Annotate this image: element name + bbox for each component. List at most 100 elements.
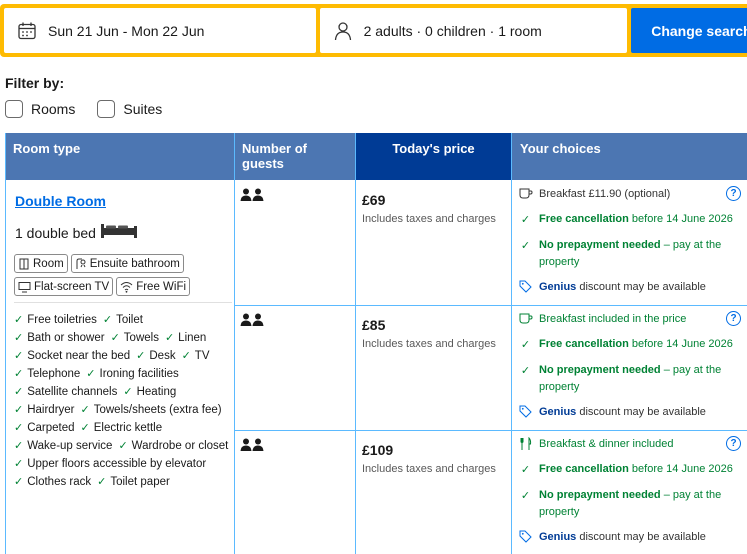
date-picker[interactable]: Sun 21 Jun - Mon 22 Jun — [4, 8, 316, 53]
header-guests: Number of guests — [235, 133, 355, 180]
check-icon: ✓ — [123, 386, 133, 398]
check-icon: ✓ — [14, 476, 24, 488]
choices-cell: ? Breakfast & dinner included ✓ Free can… — [517, 436, 745, 554]
facility-label: Socket near the bed — [27, 350, 131, 362]
occupancy-picker[interactable]: 2 adults · 0 children · 1 room — [319, 8, 628, 53]
check-icon: ✓ — [14, 422, 24, 434]
room-name-link[interactable]: Double Room — [15, 193, 106, 209]
check-icon: ✓ — [110, 332, 120, 344]
check-icon: ✓ — [520, 365, 531, 377]
cancellation-bold: Free cancellation — [539, 338, 629, 350]
genius-rest: discount may be available — [576, 406, 706, 418]
facility-label: Bath or shower — [27, 332, 105, 344]
cancellation-bold: Free cancellation — [539, 463, 629, 475]
genius-label: Genius — [539, 281, 577, 293]
check-icon: ✓ — [80, 422, 90, 434]
price-value: £109 — [362, 442, 394, 458]
date-range-text: Sun 21 Jun - Mon 22 Jun — [48, 22, 205, 39]
genius-label: Genius — [539, 531, 577, 543]
facility-item: ✓ Ironing facilities — [86, 365, 178, 383]
facility-item: ✓ Hairdryer — [14, 401, 75, 419]
meal-text: Breakfast & dinner included — [539, 438, 674, 450]
facility-item: ✓ Free toiletries — [14, 311, 97, 329]
check-icon: ✓ — [97, 476, 107, 488]
info-icon[interactable]: ? — [726, 311, 741, 326]
facility-item: ✓ Socket near the bed — [14, 347, 130, 365]
facility-item: ✓ Towels/sheets (extra fee) — [81, 401, 222, 419]
suites-checkbox[interactable] — [97, 100, 116, 118]
facility-label: Clothes rack — [27, 476, 92, 488]
change-search-button[interactable]: Change search — [631, 8, 747, 53]
wifi-icon — [120, 281, 133, 293]
filter-options: Rooms Suites — [5, 100, 184, 118]
facility-label: Toilet — [116, 314, 143, 326]
cancellation-bold: Free cancellation — [539, 213, 629, 225]
filter-rooms[interactable]: Rooms — [5, 100, 75, 118]
info-icon[interactable]: ? — [726, 436, 741, 451]
facility-label: Wake-up service — [27, 440, 113, 452]
tag-wifi-label: Free WiFi — [136, 280, 187, 293]
coffee-cup-icon — [517, 311, 534, 324]
tag-ensuite: Ensuite bathroom — [70, 254, 184, 273]
check-icon: ✓ — [164, 332, 175, 344]
choices-cell: ? Breakfast £11.90 (optional) ✓ Free can… — [517, 186, 745, 304]
genius-discount: Genius discount may be available — [517, 404, 745, 421]
header-price: Today's price — [356, 133, 511, 180]
price-note: Includes taxes and charges — [362, 338, 496, 350]
check-icon: ✓ — [520, 214, 531, 226]
check-icon: ✓ — [14, 440, 24, 452]
cutlery-icon — [517, 436, 534, 451]
rooms-checkbox[interactable] — [5, 100, 23, 118]
price-cell: £85 Includes taxes and charges — [362, 317, 496, 350]
genius-discount: Genius discount may be available — [517, 279, 745, 296]
check-icon: ✓ — [14, 350, 24, 362]
cancellation-policy: ✓ Free cancellation before 14 June 2026 — [517, 336, 745, 354]
guests-icon-group — [240, 313, 264, 332]
tag-icon — [517, 279, 534, 293]
check-icon: ✓ — [86, 368, 96, 380]
facility-label: Carpeted — [27, 422, 75, 434]
price-value: £69 — [362, 192, 386, 208]
price-note: Includes taxes and charges — [362, 213, 496, 225]
facility-label: Satellite channels — [27, 386, 118, 398]
meal-text: Breakfast £11.90 (optional) — [539, 188, 671, 200]
facility-item: ✓ Heating — [123, 383, 176, 401]
filter-suites[interactable]: Suites — [97, 100, 162, 118]
tag-tv-label: Flat-screen TV — [34, 280, 110, 293]
info-icon[interactable]: ? — [726, 186, 741, 201]
genius-rest: discount may be available — [576, 281, 706, 293]
filter-title: Filter by: — [5, 75, 65, 91]
row-divider — [234, 430, 747, 431]
double-bed-icon — [96, 223, 138, 242]
price-value: £85 — [362, 317, 386, 333]
row-divider — [234, 305, 747, 306]
facility-item: ✓ Desk — [136, 347, 175, 365]
header-choices: Your choices — [512, 133, 747, 180]
check-icon: ✓ — [14, 386, 24, 398]
choices-cell: ? Breakfast included in the price ✓ Free… — [517, 311, 745, 429]
calendar-icon — [16, 20, 38, 42]
room-tags: Room Ensuite bathroom Flat-screen TV Fre… — [14, 254, 234, 296]
check-icon: ✓ — [14, 458, 24, 470]
facility-item: ✓ Clothes rack — [14, 473, 91, 491]
facility-label: TV — [194, 350, 210, 362]
genius-label: Genius — [539, 406, 577, 418]
facility-label: Towels — [123, 332, 159, 344]
cancellation-rest: before 14 June 2026 — [628, 338, 733, 350]
tag-ensuite-label: Ensuite bathroom — [89, 257, 180, 270]
facility-item: ✓ Satellite channels — [14, 383, 117, 401]
facility-label: Desk — [149, 350, 176, 362]
check-icon: ✓ — [102, 314, 113, 326]
price-cell: £109 Includes taxes and charges — [362, 442, 496, 475]
check-icon: ✓ — [14, 404, 24, 416]
check-icon: ✓ — [520, 490, 531, 502]
facility-label: Wardrobe or closet — [131, 440, 229, 452]
check-icon: ✓ — [14, 368, 24, 380]
facilities-list: ✓ Free toiletries ✓ Toilet ✓ Bath or shower ✓ T… — [14, 311, 238, 491]
facility-item: ✓ Upper floors accessible by elevator — [14, 455, 206, 473]
filter-rooms-label: Rooms — [31, 101, 76, 117]
check-icon: ✓ — [520, 240, 531, 252]
check-icon: ✓ — [520, 339, 531, 351]
facility-label: Heating — [136, 386, 177, 398]
facility-label: Free toiletries — [27, 314, 97, 326]
